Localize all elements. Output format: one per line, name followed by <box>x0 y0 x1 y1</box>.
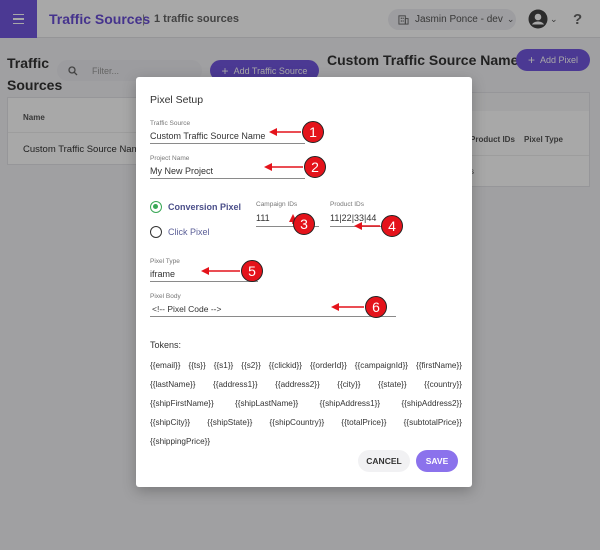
annotation-badge-6: 6 <box>365 296 387 318</box>
token-line: {{shippingPrice}} <box>150 432 462 451</box>
token: {{shipState}} <box>207 418 253 427</box>
annotation-badge-2: 2 <box>304 156 326 178</box>
click-pixel-radio[interactable] <box>150 226 162 238</box>
token: {{totalPrice}} <box>341 418 387 427</box>
pixel-type-underline <box>150 281 258 282</box>
conversion-pixel-radio[interactable] <box>150 201 162 213</box>
token: {{shipLastName}} <box>235 399 299 408</box>
project-name-label: Project Name <box>150 155 190 162</box>
traffic-source-field[interactable]: Custom Traffic Source Name <box>150 131 265 141</box>
token-line: {{email}} {{ts}} {{s1}} {{s2}} {{clickid… <box>150 356 462 375</box>
token: {{ts}} <box>188 361 206 370</box>
product-ids-field[interactable]: 11|22|33|44 <box>330 213 376 223</box>
token-line: {{lastName}} {{address1}} {{address2}} {… <box>150 375 462 394</box>
token: {{clickid}} <box>268 361 302 370</box>
token-list: {{email}} {{ts}} {{s1}} {{s2}} {{clickid… <box>150 356 462 451</box>
token-line: {{shipCity}} {{shipState}} {{shipCountry… <box>150 413 462 432</box>
token: {{shipAddress1}} <box>319 399 381 408</box>
campaign-ids-field[interactable]: 111 <box>256 213 270 223</box>
token: {{s2}} <box>241 361 261 370</box>
token: {{shippingPrice}} <box>150 437 211 446</box>
campaign-ids-label: Campaign IDs <box>256 201 298 208</box>
token: {{shipAddress2}} <box>401 399 462 408</box>
token: {{address2}} <box>275 380 320 389</box>
token: {{shipCity}} <box>150 418 191 427</box>
conversion-pixel-label[interactable]: Conversion Pixel <box>168 202 241 212</box>
token: {{firstName}} <box>415 361 462 370</box>
project-name-underline <box>150 178 305 179</box>
tokens-label: Tokens: <box>150 340 182 350</box>
token: {{state}} <box>377 380 407 389</box>
traffic-source-label: Traffic Source <box>150 120 191 127</box>
product-ids-label: Product IDs <box>330 201 364 208</box>
annotation-badge-3: 3 <box>293 213 315 235</box>
pixel-body-underline <box>150 316 396 317</box>
annotation-badge-5: 5 <box>241 260 263 282</box>
pixel-body-field[interactable]: <!-- Pixel Code --> <box>152 304 221 314</box>
token: {{shipFirstName}} <box>150 399 214 408</box>
annotation-badge-4: 4 <box>381 215 403 237</box>
token-line: {{shipFirstName}} {{shipLastName}} {{shi… <box>150 394 462 413</box>
click-pixel-label[interactable]: Click Pixel <box>168 227 210 237</box>
token: {{email}} <box>150 361 181 370</box>
token: {{shipCountry}} <box>269 418 325 427</box>
token: {{city}} <box>337 380 361 389</box>
token: {{orderId}} <box>309 361 347 370</box>
annotation-badge-1: 1 <box>302 121 324 143</box>
project-name-field[interactable]: My New Project <box>150 166 213 176</box>
token: {{lastName}} <box>150 380 196 389</box>
token: {{campaignId}} <box>354 361 409 370</box>
pixel-type-label: Pixel Type <box>150 258 180 265</box>
save-button[interactable]: SAVE <box>416 450 458 472</box>
token: {{country}} <box>424 380 462 389</box>
dialog-title: Pixel Setup <box>150 94 204 106</box>
cancel-button[interactable]: CANCEL <box>358 450 410 472</box>
pixel-body-label: Pixel Body <box>150 293 181 300</box>
traffic-source-underline <box>150 143 305 144</box>
pixel-type-field[interactable]: iframe <box>150 269 175 279</box>
token: {{subtotalPrice}} <box>403 418 462 427</box>
token: {{address1}} <box>213 380 258 389</box>
token: {{s1}} <box>213 361 234 370</box>
